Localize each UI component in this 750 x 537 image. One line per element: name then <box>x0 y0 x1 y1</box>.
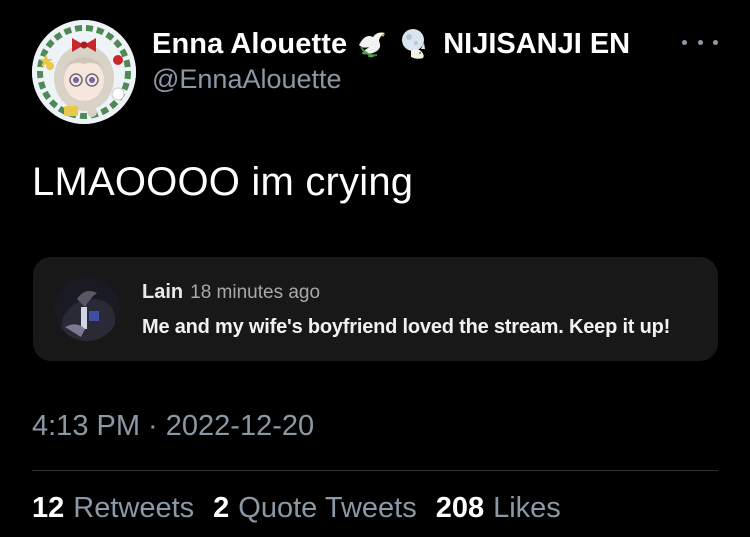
likes-count: 208 <box>435 492 485 524</box>
comment-time: 18 minutes ago <box>190 282 321 303</box>
retweets-count: 12 <box>32 492 65 524</box>
author-display-name[interactable]: Enna Alouette <box>152 28 347 61</box>
retweets-stat[interactable]: 12 Retweets <box>32 492 194 525</box>
likes-stat[interactable]: 208 Likes <box>436 492 561 525</box>
dove-emoji-icon <box>355 27 389 61</box>
engagement-stats: 12 Retweets 2 Quote Tweets 208 Likes <box>32 492 580 525</box>
author-name-row[interactable]: Enna Alouette NIJISANJI EN <box>152 24 630 64</box>
author-handle[interactable]: @EnnaAlouette <box>152 64 342 95</box>
quote-tweets-count: 2 <box>213 492 230 524</box>
tweet: Enna Alouette NIJISANJI EN @EnnaAlouette <box>0 0 750 537</box>
profile-avatar[interactable] <box>32 20 136 124</box>
quote-tweets-stat[interactable]: 2 Quote Tweets <box>213 492 417 525</box>
comment-author: Lain <box>142 281 184 303</box>
commenter-avatar <box>55 277 119 341</box>
comment-meta: Lain 18 minutes ago <box>142 281 320 304</box>
quote-tweets-label: Quote Tweets <box>238 492 417 524</box>
more-dot <box>713 39 718 45</box>
likes-label: Likes <box>493 492 561 524</box>
divider <box>32 470 718 471</box>
more-options-icon[interactable] <box>682 30 718 54</box>
more-dot <box>682 39 687 45</box>
tweet-text: LMAOOOO im crying <box>32 160 414 204</box>
tweet-timestamp[interactable]: 4:13 PM · 2022-12-20 <box>32 410 314 443</box>
comment-body: Me and my wife's boyfriend loved the str… <box>142 316 671 338</box>
more-dot <box>697 39 703 45</box>
retweets-label: Retweets <box>73 492 195 524</box>
quoted-comment-card[interactable]: Lain 18 minutes ago Me and my wife's boy… <box>33 257 718 361</box>
moon-rabbit-emoji-icon <box>397 27 431 61</box>
author-affiliation: NIJISANJI EN <box>443 27 631 60</box>
